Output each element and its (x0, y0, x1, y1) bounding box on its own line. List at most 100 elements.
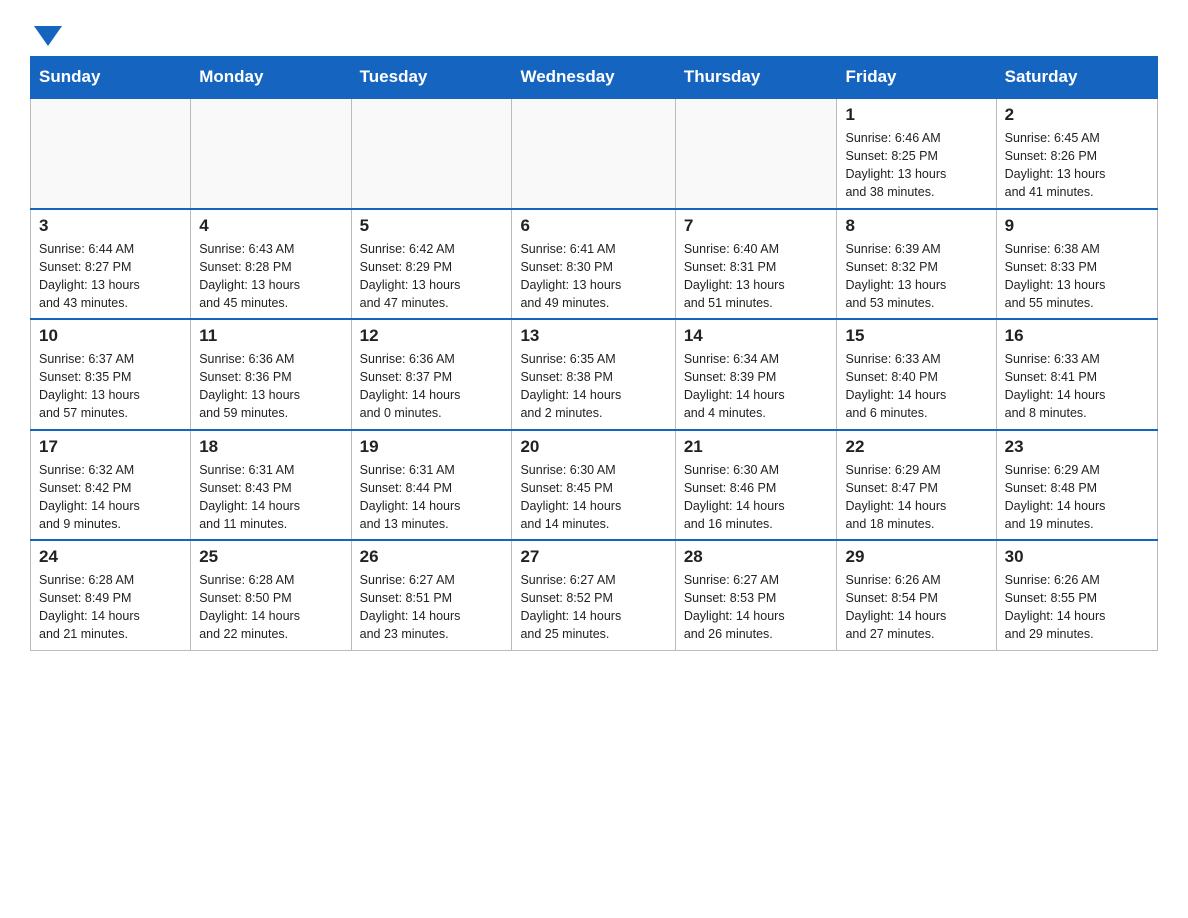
day-number: 18 (199, 437, 342, 457)
calendar-cell: 17 Sunrise: 6:32 AM Sunset: 8:42 PM Dayli… (31, 430, 191, 541)
calendar-cell: 26 Sunrise: 6:27 AM Sunset: 8:51 PM Dayli… (351, 540, 512, 650)
week-row-2: 3 Sunrise: 6:44 AM Sunset: 8:27 PM Daylig… (31, 209, 1158, 320)
day-number: 3 (39, 216, 182, 236)
calendar-cell: 7Sunrise: 6:40 AM Sunset: 8:31 PM Daylig… (675, 209, 837, 320)
column-header-saturday: Saturday (996, 57, 1157, 99)
calendar-cell: 18Sunrise: 6:31 AM Sunset: 8:43 PM Dayli… (191, 430, 351, 541)
day-number: 22 (845, 437, 987, 457)
calendar-header-row: SundayMondayTuesdayWednesdayThursdayFrid… (31, 57, 1158, 99)
day-info: Sunrise: 6:28 AM Sunset: 8:50 PM Dayligh… (199, 571, 342, 644)
day-info: Sunrise: 6:29 AM Sunset: 8:47 PM Dayligh… (845, 461, 987, 534)
calendar-cell (351, 98, 512, 209)
day-number: 23 (1005, 437, 1149, 457)
week-row-3: 10 Sunrise: 6:37 AM Sunset: 8:35 PM Dayli… (31, 319, 1158, 430)
day-number: 16 (1005, 326, 1149, 346)
day-info: Sunrise: 6:30 AM Sunset: 8:45 PM Dayligh… (520, 461, 666, 534)
day-number: 19 (360, 437, 504, 457)
day-number: 8 (845, 216, 987, 236)
day-info: Sunrise: 6:38 AM Sunset: 8:33 PM Dayligh… (1005, 240, 1149, 313)
day-number: 24 (39, 547, 182, 567)
calendar-cell: 2 Sunrise: 6:45 AM Sunset: 8:26 PM Daylig… (996, 98, 1157, 209)
day-info: Sunrise: 6:31 AM Sunset: 8:44 PM Dayligh… (360, 461, 504, 534)
day-info: Sunrise: 6:34 AM Sunset: 8:39 PM Dayligh… (684, 350, 829, 423)
day-info: Sunrise: 6:26 AM Sunset: 8:54 PM Dayligh… (845, 571, 987, 644)
day-number: 20 (520, 437, 666, 457)
day-number: 7 (684, 216, 829, 236)
day-number: 9 (1005, 216, 1149, 236)
calendar-cell: 30 Sunrise: 6:26 AM Sunset: 8:55 PM Dayli… (996, 540, 1157, 650)
calendar-cell (191, 98, 351, 209)
calendar-table: SundayMondayTuesdayWednesdayThursdayFrid… (30, 56, 1158, 651)
day-info: Sunrise: 6:45 AM Sunset: 8:26 PM Dayligh… (1005, 129, 1149, 202)
day-number: 1 (845, 105, 987, 125)
column-header-sunday: Sunday (31, 57, 191, 99)
column-header-thursday: Thursday (675, 57, 837, 99)
week-row-1: 1 Sunrise: 6:46 AM Sunset: 8:25 PM Daylig… (31, 98, 1158, 209)
calendar-cell: 6 Sunrise: 6:41 AM Sunset: 8:30 PM Daylig… (512, 209, 675, 320)
day-info: Sunrise: 6:36 AM Sunset: 8:36 PM Dayligh… (199, 350, 342, 423)
calendar-cell (31, 98, 191, 209)
logo-triangle-icon (34, 26, 62, 46)
day-number: 15 (845, 326, 987, 346)
day-number: 27 (520, 547, 666, 567)
day-info: Sunrise: 6:37 AM Sunset: 8:35 PM Dayligh… (39, 350, 182, 423)
column-header-wednesday: Wednesday (512, 57, 675, 99)
day-number: 26 (360, 547, 504, 567)
day-number: 5 (360, 216, 504, 236)
day-number: 10 (39, 326, 182, 346)
calendar-cell: 28 Sunrise: 6:27 AM Sunset: 8:53 PM Dayli… (675, 540, 837, 650)
day-info: Sunrise: 6:41 AM Sunset: 8:30 PM Dayligh… (520, 240, 666, 313)
calendar-cell (675, 98, 837, 209)
day-number: 30 (1005, 547, 1149, 567)
calendar-cell: 24 Sunrise: 6:28 AM Sunset: 8:49 PM Dayli… (31, 540, 191, 650)
week-row-4: 17 Sunrise: 6:32 AM Sunset: 8:42 PM Dayli… (31, 430, 1158, 541)
calendar-cell: 13 Sunrise: 6:35 AM Sunset: 8:38 PM Dayli… (512, 319, 675, 430)
day-info: Sunrise: 6:28 AM Sunset: 8:49 PM Dayligh… (39, 571, 182, 644)
day-info: Sunrise: 6:44 AM Sunset: 8:27 PM Dayligh… (39, 240, 182, 313)
day-info: Sunrise: 6:29 AM Sunset: 8:48 PM Dayligh… (1005, 461, 1149, 534)
day-number: 2 (1005, 105, 1149, 125)
day-info: Sunrise: 6:42 AM Sunset: 8:29 PM Dayligh… (360, 240, 504, 313)
calendar-cell: 8 Sunrise: 6:39 AM Sunset: 8:32 PM Daylig… (837, 209, 996, 320)
calendar-cell: 19 Sunrise: 6:31 AM Sunset: 8:44 PM Dayli… (351, 430, 512, 541)
day-number: 25 (199, 547, 342, 567)
column-header-friday: Friday (837, 57, 996, 99)
calendar-cell: 1 Sunrise: 6:46 AM Sunset: 8:25 PM Daylig… (837, 98, 996, 209)
day-number: 4 (199, 216, 342, 236)
day-number: 28 (684, 547, 829, 567)
calendar-cell: 4 Sunrise: 6:43 AM Sunset: 8:28 PM Daylig… (191, 209, 351, 320)
logo (30, 20, 62, 46)
day-info: Sunrise: 6:27 AM Sunset: 8:51 PM Dayligh… (360, 571, 504, 644)
day-number: 12 (360, 326, 504, 346)
day-number: 21 (684, 437, 829, 457)
calendar-cell: 10 Sunrise: 6:37 AM Sunset: 8:35 PM Dayli… (31, 319, 191, 430)
day-info: Sunrise: 6:27 AM Sunset: 8:53 PM Dayligh… (684, 571, 829, 644)
column-header-monday: Monday (191, 57, 351, 99)
day-info: Sunrise: 6:33 AM Sunset: 8:41 PM Dayligh… (1005, 350, 1149, 423)
week-row-5: 24 Sunrise: 6:28 AM Sunset: 8:49 PM Dayli… (31, 540, 1158, 650)
day-number: 11 (199, 326, 342, 346)
day-number: 13 (520, 326, 666, 346)
day-info: Sunrise: 6:35 AM Sunset: 8:38 PM Dayligh… (520, 350, 666, 423)
calendar-cell: 22 Sunrise: 6:29 AM Sunset: 8:47 PM Dayli… (837, 430, 996, 541)
day-number: 14 (684, 326, 829, 346)
calendar-cell: 14 Sunrise: 6:34 AM Sunset: 8:39 PM Dayli… (675, 319, 837, 430)
day-info: Sunrise: 6:30 AM Sunset: 8:46 PM Dayligh… (684, 461, 829, 534)
day-info: Sunrise: 6:46 AM Sunset: 8:25 PM Dayligh… (845, 129, 987, 202)
calendar-cell: 11 Sunrise: 6:36 AM Sunset: 8:36 PM Dayli… (191, 319, 351, 430)
calendar-cell: 9 Sunrise: 6:38 AM Sunset: 8:33 PM Daylig… (996, 209, 1157, 320)
calendar-cell: 27Sunrise: 6:27 AM Sunset: 8:52 PM Dayli… (512, 540, 675, 650)
day-number: 17 (39, 437, 182, 457)
page-header (30, 20, 1158, 46)
calendar-cell: 3 Sunrise: 6:44 AM Sunset: 8:27 PM Daylig… (31, 209, 191, 320)
day-info: Sunrise: 6:32 AM Sunset: 8:42 PM Dayligh… (39, 461, 182, 534)
calendar-cell: 15Sunrise: 6:33 AM Sunset: 8:40 PM Dayli… (837, 319, 996, 430)
day-info: Sunrise: 6:43 AM Sunset: 8:28 PM Dayligh… (199, 240, 342, 313)
day-number: 29 (845, 547, 987, 567)
day-number: 6 (520, 216, 666, 236)
calendar-cell: 29 Sunrise: 6:26 AM Sunset: 8:54 PM Dayli… (837, 540, 996, 650)
day-info: Sunrise: 6:26 AM Sunset: 8:55 PM Dayligh… (1005, 571, 1149, 644)
day-info: Sunrise: 6:36 AM Sunset: 8:37 PM Dayligh… (360, 350, 504, 423)
calendar-cell: 20 Sunrise: 6:30 AM Sunset: 8:45 PM Dayli… (512, 430, 675, 541)
day-info: Sunrise: 6:39 AM Sunset: 8:32 PM Dayligh… (845, 240, 987, 313)
